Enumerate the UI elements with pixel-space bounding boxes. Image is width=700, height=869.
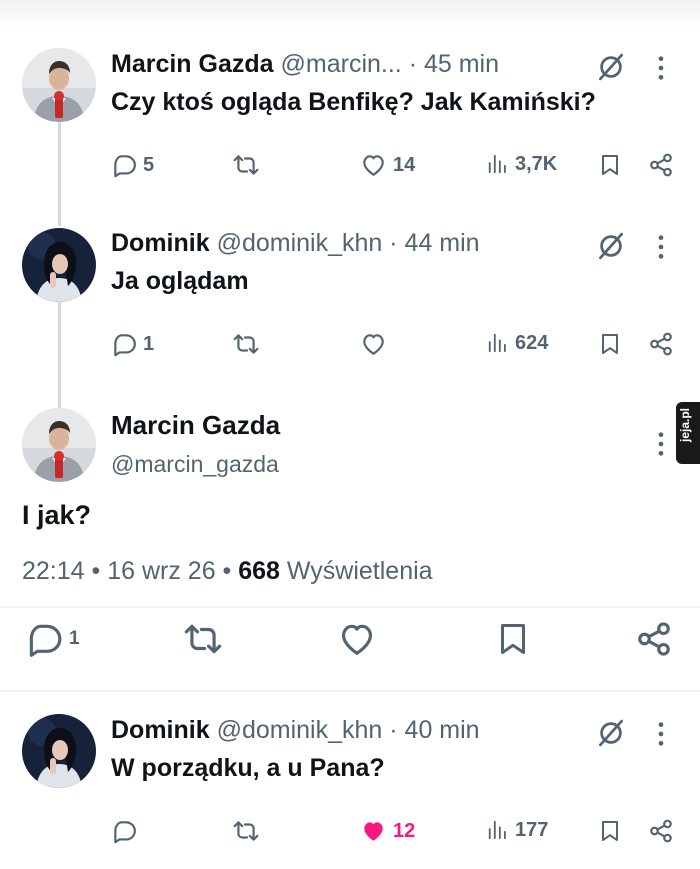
views-count: 177: [515, 818, 549, 841]
bookmark-icon: [495, 620, 531, 658]
tweet-text: Czy ktoś ogląda Benfikę? Jak Kamiński?: [111, 88, 596, 116]
author-name[interactable]: Marcin Gazda: [111, 50, 274, 78]
reply-button[interactable]: 1: [25, 620, 80, 658]
tweet-actions: 1 624: [0, 331, 700, 371]
share-icon: [648, 331, 674, 357]
more-icon[interactable]: [652, 720, 670, 748]
bookmark-icon: [598, 331, 622, 357]
site-watermark: jeja.pl: [676, 402, 700, 464]
avatar[interactable]: [22, 714, 96, 788]
views-icon: [487, 331, 509, 355]
like-icon: [360, 331, 387, 357]
views-count: 624: [515, 331, 549, 354]
like-button[interactable]: [337, 620, 377, 658]
reply-count: 1: [69, 628, 80, 649]
tweet-text: I jak?: [22, 500, 92, 530]
avatar[interactable]: [22, 48, 96, 122]
retweet-button[interactable]: [232, 152, 260, 178]
retweet-button[interactable]: [232, 331, 260, 357]
reply-icon: [111, 331, 137, 357]
reply-icon: [111, 152, 137, 178]
author-handle[interactable]: @dominik_khn: [217, 229, 383, 257]
reply-button[interactable]: [111, 818, 137, 844]
tweet-text: W porządku, a u Pana?: [111, 754, 385, 782]
avatar[interactable]: [22, 228, 96, 302]
views-label: Wyświetlenia: [279, 557, 433, 585]
views-count: 668: [238, 557, 280, 585]
views-button[interactable]: 3,7K: [487, 152, 557, 176]
share-button[interactable]: [648, 331, 674, 357]
retweet-icon: [232, 152, 260, 178]
bookmark-icon: [598, 818, 622, 844]
more-icon[interactable]: [652, 233, 670, 261]
like-count: 12: [393, 819, 416, 842]
more-icon[interactable]: [652, 430, 670, 458]
grok-icon[interactable]: [596, 718, 626, 748]
more-icon[interactable]: [652, 54, 670, 82]
retweet-icon: [182, 620, 224, 658]
reply-icon: [111, 818, 137, 844]
share-icon: [648, 152, 674, 178]
grok-icon[interactable]: [596, 231, 626, 261]
views-button[interactable]: 624: [487, 331, 548, 355]
like-icon: [360, 818, 387, 844]
bookmark-icon: [598, 152, 622, 178]
bookmark-button[interactable]: [598, 818, 622, 844]
bookmark-button[interactable]: [495, 620, 531, 658]
tweet-header: Dominik @dominik_khn · 44 min: [111, 229, 480, 258]
divider: [0, 606, 700, 608]
share-icon: [635, 620, 673, 658]
reply-icon: [25, 620, 63, 658]
retweet-button[interactable]: [232, 818, 260, 844]
tweet-actions: 12 177: [0, 818, 700, 858]
like-button[interactable]: 12: [360, 818, 415, 844]
avatar[interactable]: [22, 408, 96, 482]
tweet-header: Marcin Gazda @marcin... · 45 min: [111, 50, 499, 79]
share-button[interactable]: [635, 620, 673, 658]
like-button[interactable]: [360, 331, 387, 357]
author-name[interactable]: Dominik: [111, 716, 210, 744]
bookmark-button[interactable]: [598, 152, 622, 178]
retweet-button[interactable]: [182, 620, 224, 658]
share-button[interactable]: [648, 152, 674, 178]
author-handle[interactable]: @dominik_khn: [217, 716, 383, 744]
tweet-actions: 5 14 3,7K: [0, 152, 700, 192]
views-icon: [487, 818, 509, 842]
bookmark-button[interactable]: [598, 331, 622, 357]
like-count: 14: [393, 153, 416, 176]
top-fade: [0, 0, 700, 30]
grok-icon[interactable]: [596, 52, 626, 82]
watermark-text: jeja.pl: [678, 407, 692, 442]
timestamp[interactable]: 22:14 • 16 wrz 26 •: [22, 557, 238, 585]
reply-count: 5: [143, 153, 155, 176]
divider: [0, 690, 700, 692]
author-handle[interactable]: @marcin...: [281, 50, 402, 78]
author-name[interactable]: Marcin Gazda: [111, 410, 280, 441]
retweet-icon: [232, 331, 260, 357]
author-name[interactable]: Dominik: [111, 229, 210, 257]
reply-count: 1: [143, 332, 155, 355]
share-button[interactable]: [648, 818, 674, 844]
retweet-icon: [232, 818, 260, 844]
post-time[interactable]: · 45 min: [409, 50, 499, 78]
main-actions: 1: [0, 620, 700, 664]
like-button[interactable]: 14: [360, 152, 415, 178]
reply-button[interactable]: 5: [111, 152, 154, 178]
like-icon: [337, 620, 377, 658]
tweet-text: Ja oglądam: [111, 267, 249, 295]
share-icon: [648, 818, 674, 844]
views-icon: [487, 152, 509, 176]
post-time[interactable]: · 40 min: [389, 716, 479, 744]
tweet-header: Dominik @dominik_khn · 40 min: [111, 716, 480, 745]
author-handle[interactable]: @marcin_gazda: [111, 451, 279, 478]
reply-button[interactable]: 1: [111, 331, 154, 357]
views-count: 3,7K: [515, 152, 558, 175]
like-icon: [360, 152, 387, 178]
tweet-meta: 22:14 • 16 wrz 26 • 668 Wyświetlenia: [22, 557, 433, 586]
post-time[interactable]: · 44 min: [389, 229, 479, 257]
views-button[interactable]: 177: [487, 818, 548, 842]
